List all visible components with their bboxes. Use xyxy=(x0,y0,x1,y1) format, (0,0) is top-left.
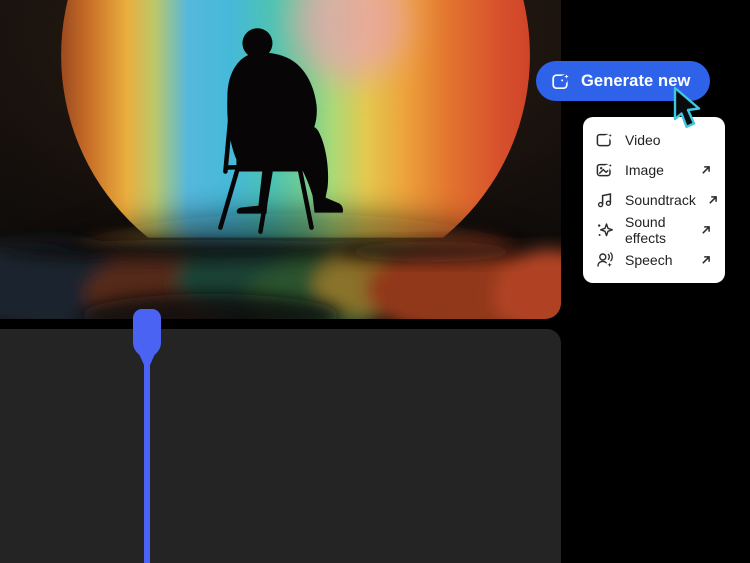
generate-menu: Video Image Soundtrack Sound effects Spe… xyxy=(583,117,725,283)
external-link-icon xyxy=(700,254,712,266)
menu-item-image[interactable]: Image xyxy=(583,155,725,185)
timeline-panel: 00:00:29 00:05:15 025C009.mxf xyxy=(0,329,561,563)
menu-item-label: Video xyxy=(625,132,661,148)
external-link-icon xyxy=(700,164,712,176)
playhead-handle[interactable] xyxy=(133,309,161,367)
menu-item-label: Image xyxy=(625,162,664,178)
menu-item-label: Sound effects xyxy=(625,214,666,246)
menu-item-label: Speech xyxy=(625,252,673,268)
external-link-icon xyxy=(700,224,712,236)
speech-icon xyxy=(596,251,614,269)
preview-frame-art xyxy=(0,0,561,319)
menu-item-sound-effects[interactable]: Sound effects xyxy=(583,214,725,246)
menu-item-soundtrack[interactable]: Soundtrack xyxy=(583,185,725,215)
mouse-cursor xyxy=(673,86,701,128)
playhead-line[interactable] xyxy=(144,364,150,563)
video-preview[interactable] xyxy=(0,0,561,319)
video-generate-icon xyxy=(596,131,614,149)
generate-sparkle-icon xyxy=(552,70,572,89)
soundtrack-icon xyxy=(596,191,614,209)
external-link-icon xyxy=(707,194,719,206)
image-generate-icon xyxy=(596,161,614,179)
sound-effects-icon xyxy=(596,221,614,239)
menu-item-speech[interactable]: Speech xyxy=(583,245,725,275)
menu-item-label: Soundtrack xyxy=(625,192,696,208)
